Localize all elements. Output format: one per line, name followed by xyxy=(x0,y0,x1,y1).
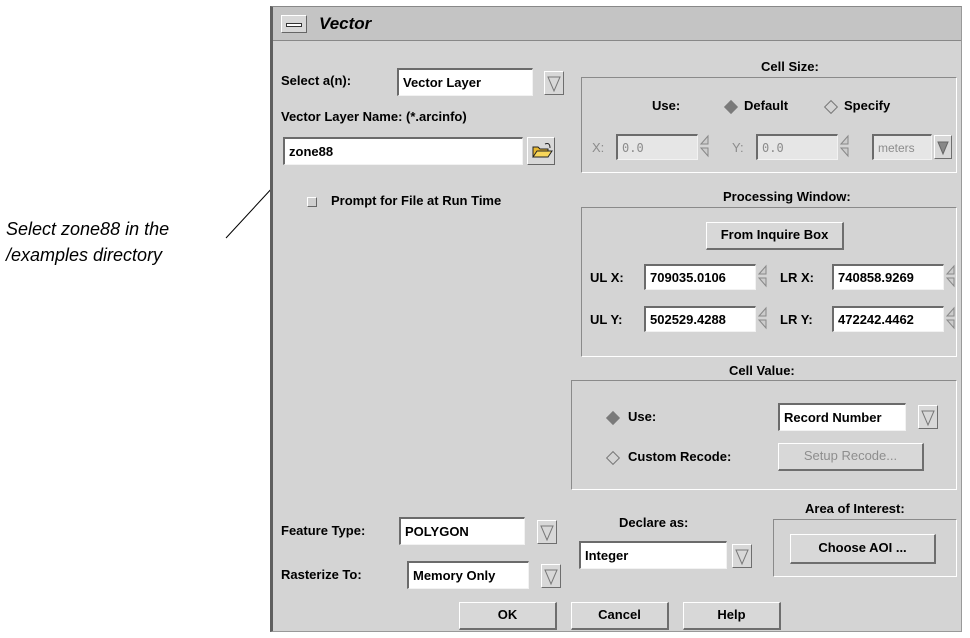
choose-aoi-button[interactable]: Choose AOI ... xyxy=(790,534,936,564)
ul-x-spinner[interactable] xyxy=(758,264,768,288)
processing-window-title: Processing Window: xyxy=(723,189,851,204)
cell-value-title: Cell Value: xyxy=(729,363,795,378)
help-button[interactable]: Help xyxy=(683,602,781,630)
vector-dialog: Vector Select a(n): Vector Layer Vector … xyxy=(270,6,962,632)
chevron-down-icon xyxy=(921,410,935,427)
cell-size-specify-label: Specify xyxy=(844,98,891,113)
cell-size-use-label: Use: xyxy=(652,98,681,113)
aoi-title: Area of Interest: xyxy=(805,501,905,516)
title-bar: Vector xyxy=(273,7,961,41)
lr-x-input[interactable]: 740858.9269 xyxy=(832,264,944,290)
lr-y-input[interactable]: 472242.4462 xyxy=(832,306,944,332)
cell-size-x-spinner[interactable] xyxy=(700,134,710,158)
cell-size-title: Cell Size: xyxy=(761,59,819,74)
ul-y-input[interactable]: 502529.4288 xyxy=(644,306,756,332)
vector-layer-name-label: Vector Layer Name: (*.arcinfo) xyxy=(281,109,467,124)
feature-type-label: Feature Type: xyxy=(281,523,366,538)
cell-size-y-label: Y: xyxy=(732,140,744,155)
cancel-button[interactable]: Cancel xyxy=(571,602,669,630)
lr-x-spinner[interactable] xyxy=(946,264,956,288)
chevron-down-icon xyxy=(540,525,554,542)
cell-size-specify-radio[interactable] xyxy=(823,99,839,115)
ul-x-input[interactable]: 709035.0106 xyxy=(644,264,756,290)
ok-button[interactable]: OK xyxy=(459,602,557,630)
rasterize-to-label: Rasterize To: xyxy=(281,567,362,582)
chevron-down-icon xyxy=(544,569,558,586)
cell-value-group: Use: Record Number Custom Recode: Setup … xyxy=(571,380,957,490)
setup-recode-button[interactable]: Setup Recode... xyxy=(778,443,924,471)
declare-as-label: Declare as: xyxy=(619,515,689,530)
lr-y-label: LR Y: xyxy=(780,312,813,327)
declare-as-dropdown[interactable]: Integer xyxy=(579,541,727,569)
chevron-down-icon xyxy=(735,549,749,566)
window-title: Vector xyxy=(319,14,372,33)
browse-folder-button[interactable] xyxy=(527,137,555,165)
rasterize-to-dropdown[interactable]: Memory Only xyxy=(407,561,529,589)
select-type-dropdown[interactable]: Vector Layer xyxy=(397,68,533,96)
ul-y-label: UL Y: xyxy=(590,312,623,327)
cell-value-use-radio[interactable] xyxy=(605,410,621,426)
from-inquire-box-button[interactable]: From Inquire Box xyxy=(706,222,844,250)
feature-type-arrow[interactable] xyxy=(537,520,557,544)
lr-x-label: LR X: xyxy=(780,270,814,285)
cell-value-custom-radio[interactable] xyxy=(605,450,621,466)
cell-size-default-label: Default xyxy=(744,98,789,113)
lr-y-spinner[interactable] xyxy=(946,306,956,330)
select-type-dropdown-arrow[interactable] xyxy=(544,71,564,95)
processing-window-group: From Inquire Box UL X: 709035.0106 LR X:… xyxy=(581,207,957,357)
cell-size-default-radio[interactable] xyxy=(723,99,739,115)
open-folder-icon xyxy=(532,143,553,158)
window-menu-icon xyxy=(286,23,302,27)
vector-layer-input[interactable]: zone88 xyxy=(283,137,523,165)
cell-value-custom-label: Custom Recode: xyxy=(628,449,732,464)
cell-size-y-spinner[interactable] xyxy=(840,134,850,158)
ul-x-label: UL X: xyxy=(590,270,624,285)
declare-as-arrow[interactable] xyxy=(732,544,752,568)
cell-size-group: Use: Default Specify X: 0.0 Y: 0.0 meter… xyxy=(581,77,957,173)
cell-value-use-arrow[interactable] xyxy=(918,405,938,429)
ul-y-spinner[interactable] xyxy=(758,306,768,330)
cell-value-use-dropdown[interactable]: Record Number xyxy=(778,403,906,431)
cell-size-units-dropdown[interactable]: meters xyxy=(872,134,932,160)
aoi-group: Choose AOI ... xyxy=(773,519,957,577)
cell-size-x-input[interactable]: 0.0 xyxy=(616,134,698,160)
select-type-label: Select a(n): xyxy=(281,73,352,88)
cell-size-units-arrow[interactable] xyxy=(934,135,952,159)
chevron-down-icon xyxy=(937,141,949,156)
cell-size-y-input[interactable]: 0.0 xyxy=(756,134,838,160)
prompt-checkbox-label: Prompt for File at Run Time xyxy=(331,193,502,208)
prompt-checkbox[interactable] xyxy=(307,197,317,207)
window-menu-button[interactable] xyxy=(281,15,307,33)
rasterize-to-arrow[interactable] xyxy=(541,564,561,588)
feature-type-dropdown[interactable]: POLYGON xyxy=(399,517,525,545)
cell-size-x-label: X: xyxy=(592,140,605,155)
chevron-down-icon xyxy=(547,76,561,93)
cell-value-use-label: Use: xyxy=(628,409,657,424)
